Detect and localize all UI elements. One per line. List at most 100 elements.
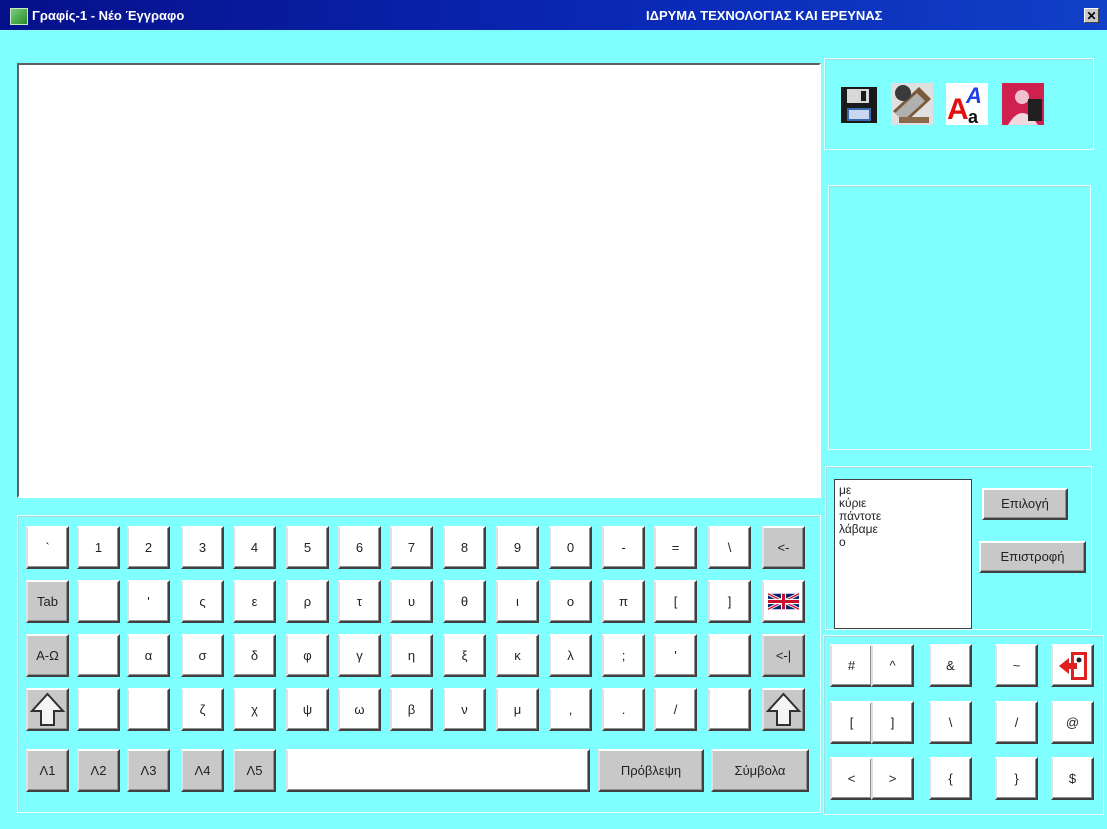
key-beta[interactable]: β <box>390 688 433 731</box>
svg-text:a: a <box>968 107 979 127</box>
key-alpha-omega[interactable]: Α-Ω <box>26 634 69 677</box>
close-icon[interactable]: ✕ <box>1084 8 1099 23</box>
key-9[interactable]: 9 <box>496 526 539 569</box>
key-greater-than[interactable]: > <box>871 757 914 800</box>
key-equals[interactable]: = <box>654 526 697 569</box>
key-alpha[interactable]: α <box>127 634 170 677</box>
key-xi[interactable]: ξ <box>443 634 486 677</box>
font-style-icon[interactable]: A A a <box>944 81 990 127</box>
key-final-sigma[interactable]: ς <box>181 580 224 623</box>
key-gamma[interactable]: γ <box>338 634 381 677</box>
key-eta[interactable]: η <box>390 634 433 677</box>
key-close-bracket[interactable]: ] <box>708 580 751 623</box>
shift-right-key[interactable] <box>762 688 805 731</box>
key-delta[interactable]: δ <box>233 634 276 677</box>
key-apostrophe[interactable]: ' <box>654 634 697 677</box>
shift-arrow-icon <box>29 692 66 726</box>
return-button[interactable]: Επιστροφή <box>979 541 1086 573</box>
key-theta[interactable]: θ <box>443 580 486 623</box>
title-bar: Γραφίς-1 - Νέο Έγγραφο ΙΔΡΥΜΑ ΤΕΧΝΟΛΟΓΙΑ… <box>0 0 1107 30</box>
key-period[interactable]: . <box>602 688 645 731</box>
predict-button[interactable]: Πρόβλεψη <box>598 749 704 792</box>
key-close-brace[interactable]: } <box>995 757 1038 800</box>
key-backslash[interactable]: \ <box>929 701 972 744</box>
key-nu[interactable]: ν <box>443 688 486 731</box>
suggestion-list[interactable]: με κύριε πάντοτε λάβαμε ο <box>834 479 972 629</box>
key-4[interactable]: 4 <box>233 526 276 569</box>
key-accent[interactable]: ' <box>127 580 170 623</box>
key-tilde[interactable]: ~ <box>995 644 1038 687</box>
key-kappa[interactable]: κ <box>496 634 539 677</box>
key-semicolon[interactable]: ; <box>602 634 645 677</box>
key-blank[interactable] <box>127 688 170 731</box>
key-macro-2[interactable]: Λ2 <box>77 749 120 792</box>
list-item[interactable]: λάβαμε <box>839 523 967 536</box>
shift-left-key[interactable] <box>26 688 69 731</box>
key-dollar[interactable]: $ <box>1051 757 1094 800</box>
exit-button[interactable] <box>1051 644 1094 687</box>
key-minus[interactable]: - <box>602 526 645 569</box>
key-iota[interactable]: ι <box>496 580 539 623</box>
key-2[interactable]: 2 <box>127 526 170 569</box>
key-comma[interactable]: , <box>549 688 592 731</box>
key-open-bracket[interactable]: [ <box>654 580 697 623</box>
key-omega[interactable]: ω <box>338 688 381 731</box>
key-less-than[interactable]: < <box>830 757 873 800</box>
exit-door-icon <box>1059 652 1087 680</box>
space-key[interactable] <box>286 749 590 792</box>
key-tau[interactable]: τ <box>338 580 381 623</box>
key-macro-3[interactable]: Λ3 <box>127 749 170 792</box>
key-macro-1[interactable]: Λ1 <box>26 749 69 792</box>
key-lambda[interactable]: λ <box>549 634 592 677</box>
key-1[interactable]: 1 <box>77 526 120 569</box>
key-upsilon[interactable]: υ <box>390 580 433 623</box>
key-open-bracket[interactable]: [ <box>830 701 873 744</box>
key-blank[interactable] <box>77 634 120 677</box>
key-epsilon[interactable]: ε <box>233 580 276 623</box>
key-macro-5[interactable]: Λ5 <box>233 749 276 792</box>
key-open-brace[interactable]: { <box>929 757 972 800</box>
key-slash[interactable]: / <box>995 701 1038 744</box>
key-tab[interactable]: Tab <box>26 580 69 623</box>
language-key[interactable] <box>762 580 805 623</box>
user-profile-icon[interactable] <box>1000 81 1046 127</box>
key-phi[interactable]: φ <box>286 634 329 677</box>
key-zeta[interactable]: ζ <box>181 688 224 731</box>
key-pi[interactable]: π <box>602 580 645 623</box>
floppy-disk-icon[interactable] <box>835 81 881 127</box>
key-caret[interactable]: ^ <box>871 644 914 687</box>
text-editor[interactable] <box>17 63 821 498</box>
select-button[interactable]: Επιλογή <box>982 488 1068 520</box>
key-backtick[interactable]: ` <box>26 526 69 569</box>
key-rho[interactable]: ρ <box>286 580 329 623</box>
key-chi[interactable]: χ <box>233 688 276 731</box>
key-backspace[interactable]: <- <box>762 526 805 569</box>
key-blank[interactable] <box>77 580 120 623</box>
key-close-bracket[interactable]: ] <box>871 701 914 744</box>
key-0[interactable]: 0 <box>549 526 592 569</box>
key-hash[interactable]: # <box>830 644 873 687</box>
key-macro-4[interactable]: Λ4 <box>181 749 224 792</box>
key-5[interactable]: 5 <box>286 526 329 569</box>
key-3[interactable]: 3 <box>181 526 224 569</box>
key-8[interactable]: 8 <box>443 526 486 569</box>
key-backslash[interactable]: \ <box>708 526 751 569</box>
key-blank[interactable] <box>708 688 751 731</box>
print-icon[interactable] <box>889 81 935 127</box>
key-mu[interactable]: μ <box>496 688 539 731</box>
shift-arrow-icon <box>765 692 802 726</box>
key-at[interactable]: @ <box>1051 701 1094 744</box>
key-sigma[interactable]: σ <box>181 634 224 677</box>
key-ampersand[interactable]: & <box>929 644 972 687</box>
key-7[interactable]: 7 <box>390 526 433 569</box>
key-blank[interactable] <box>708 634 751 677</box>
preview-panel <box>828 185 1091 450</box>
key-psi[interactable]: ψ <box>286 688 329 731</box>
key-6[interactable]: 6 <box>338 526 381 569</box>
key-blank[interactable] <box>77 688 120 731</box>
list-item[interactable]: ο <box>839 536 967 549</box>
key-slash[interactable]: / <box>654 688 697 731</box>
symbols-button[interactable]: Σύμβολα <box>711 749 809 792</box>
key-omicron[interactable]: ο <box>549 580 592 623</box>
key-enter[interactable]: <-| <box>762 634 805 677</box>
